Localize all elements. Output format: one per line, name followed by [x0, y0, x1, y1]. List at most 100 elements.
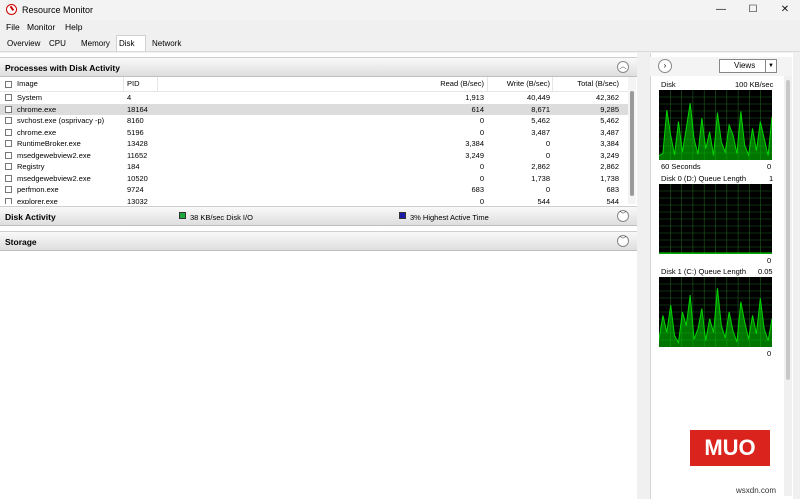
process-image: explorer.exe: [17, 196, 58, 205]
disk1-queue-graph: [659, 277, 772, 347]
window-title: Resource Monitor: [22, 5, 94, 15]
table-row[interactable]: perfmon.exe 9724 683 0 683: [0, 184, 628, 196]
table-row[interactable]: RuntimeBroker.exe 13428 3,384 0 3,384: [0, 138, 628, 150]
column-header-pid[interactable]: PID: [127, 77, 140, 91]
write-bytes: 2,862: [531, 162, 550, 171]
read-bytes: 0: [479, 196, 484, 205]
total-bytes: 42,362: [596, 93, 619, 102]
chevron-down-icon[interactable]: ▼: [765, 60, 776, 72]
graph-min: 0: [767, 349, 772, 358]
table-row[interactable]: Registry 184 0 2,862 2,862: [0, 161, 628, 173]
process-pid: 5196: [127, 127, 144, 137]
table-row[interactable]: msedgewebview2.exe 11652 3,249 0 3,249: [0, 150, 628, 162]
graph-plot: [659, 90, 772, 160]
row-checkbox[interactable]: [5, 151, 12, 159]
process-pid: 11652: [127, 150, 148, 160]
close-button[interactable]: ✕: [775, 3, 795, 17]
tab-overview[interactable]: Overview: [5, 37, 42, 51]
column-header-total[interactable]: Total (B/sec): [553, 77, 619, 91]
read-bytes: 0: [479, 173, 484, 183]
processes-table: Image PID Read (B/sec) Write (B/sec) Tot…: [0, 77, 628, 204]
select-all-checkbox[interactable]: [5, 80, 12, 88]
views-dropdown[interactable]: Views ▼: [719, 59, 777, 73]
processes-section-header[interactable]: Processes with Disk Activity ︿: [0, 57, 637, 77]
graph-min: 0: [767, 162, 772, 171]
expand-down-icon[interactable]: ﹀: [617, 210, 629, 222]
graph-max: 0.05: [758, 267, 773, 276]
row-checkbox[interactable]: [5, 197, 12, 204]
read-bytes: 3,249: [465, 150, 484, 160]
row-checkbox[interactable]: [5, 117, 12, 124]
scrollbar-thumb[interactable]: [786, 80, 790, 380]
disk-io-legend-swatch: [179, 212, 186, 219]
table-row[interactable]: chrome.exe 18164 614 8,671 9,285: [0, 103, 628, 115]
graph-plot: [659, 184, 772, 254]
column-header-write[interactable]: Write (B/sec): [485, 77, 550, 91]
disk-activity-title: Disk Activity: [5, 212, 56, 222]
storage-section-header[interactable]: Storage ﹀: [0, 231, 637, 251]
maximize-button[interactable]: ☐: [743, 3, 763, 17]
write-bytes: 0: [545, 185, 550, 194]
active-time-label: 3% Highest Active Time: [410, 213, 489, 222]
graph-title: Disk 0 (D:) Queue Length: [661, 174, 747, 183]
read-bytes: 0: [479, 127, 484, 137]
table-row[interactable]: System 4 1,913 40,449 42,362: [0, 92, 628, 104]
read-bytes: 0: [479, 162, 484, 171]
graph-max: 100 KB/sec: [735, 80, 774, 89]
column-header-image[interactable]: Image: [17, 77, 38, 91]
process-image: chrome.exe: [17, 127, 57, 137]
row-checkbox[interactable]: [5, 94, 12, 101]
table-row[interactable]: svchost.exe (osprivacy -p) 8160 0 5,462 5,46…: [0, 115, 628, 127]
column-separator[interactable]: [552, 77, 553, 91]
row-checkbox[interactable]: [5, 174, 12, 182]
read-bytes: 0: [479, 116, 484, 125]
row-checkbox[interactable]: [5, 140, 12, 147]
collapse-right-icon[interactable]: ›: [658, 59, 672, 73]
write-bytes: 1,738: [531, 173, 550, 183]
menu-help[interactable]: Help: [65, 22, 82, 32]
tab-memory[interactable]: Memory: [79, 37, 112, 51]
write-bytes: 8,671: [531, 104, 550, 114]
active-time-legend-swatch: [399, 212, 406, 219]
collapse-up-icon[interactable]: ︿: [617, 61, 629, 73]
table-scrollbar[interactable]: [628, 77, 636, 204]
row-checkbox[interactable]: [5, 186, 12, 193]
column-header-read[interactable]: Read (B/sec): [380, 77, 484, 91]
process-pid: 18164: [127, 104, 148, 114]
table-header-row: Image PID Read (B/sec) Write (B/sec) Tot…: [0, 77, 628, 92]
process-image: chrome.exe: [17, 104, 57, 114]
table-row[interactable]: chrome.exe 5196 0 3,487 3,487: [0, 127, 628, 139]
minimize-button[interactable]: —: [711, 3, 731, 17]
write-bytes: 40,449: [527, 93, 550, 102]
disk-activity-section-header[interactable]: Disk Activity 38 KB/sec Disk I/O 3% High…: [0, 206, 637, 226]
total-bytes: 1,738: [600, 173, 619, 183]
process-image: svchost.exe (osprivacy -p): [17, 116, 105, 125]
total-bytes: 544: [606, 196, 619, 205]
read-bytes: 1,913: [465, 93, 484, 102]
disk-io-label: 38 KB/sec Disk I/O: [190, 213, 253, 222]
total-bytes: 5,462: [600, 116, 619, 125]
row-checkbox[interactable]: [5, 128, 12, 136]
tab-network[interactable]: Network: [150, 37, 183, 51]
menu-monitor[interactable]: Monitor: [27, 22, 55, 32]
tab-cpu[interactable]: CPU: [47, 37, 68, 51]
process-pid: 13032: [127, 196, 148, 205]
process-pid: 4: [127, 93, 132, 102]
write-bytes: 3,487: [531, 127, 550, 137]
row-checkbox[interactable]: [5, 105, 12, 113]
graph-panel-scrollbar[interactable]: [784, 76, 792, 496]
title-bar: Resource Monitor — ☐ ✕: [0, 0, 800, 20]
process-pid: 10520: [127, 173, 148, 183]
column-separator[interactable]: [487, 77, 488, 91]
menu-file[interactable]: File: [6, 22, 20, 32]
column-separator[interactable]: [157, 77, 158, 91]
table-row[interactable]: explorer.exe 13032 0 544 544: [0, 196, 628, 205]
process-image: RuntimeBroker.exe: [17, 139, 81, 148]
process-image: msedgewebview2.exe: [17, 173, 91, 183]
tab-disk[interactable]: Disk: [116, 35, 146, 51]
scrollbar-thumb[interactable]: [630, 91, 634, 196]
expand-down-icon[interactable]: ﹀: [617, 235, 629, 247]
table-row[interactable]: msedgewebview2.exe 10520 0 1,738 1,738: [0, 173, 628, 185]
row-checkbox[interactable]: [5, 163, 12, 170]
column-separator[interactable]: [123, 77, 124, 91]
